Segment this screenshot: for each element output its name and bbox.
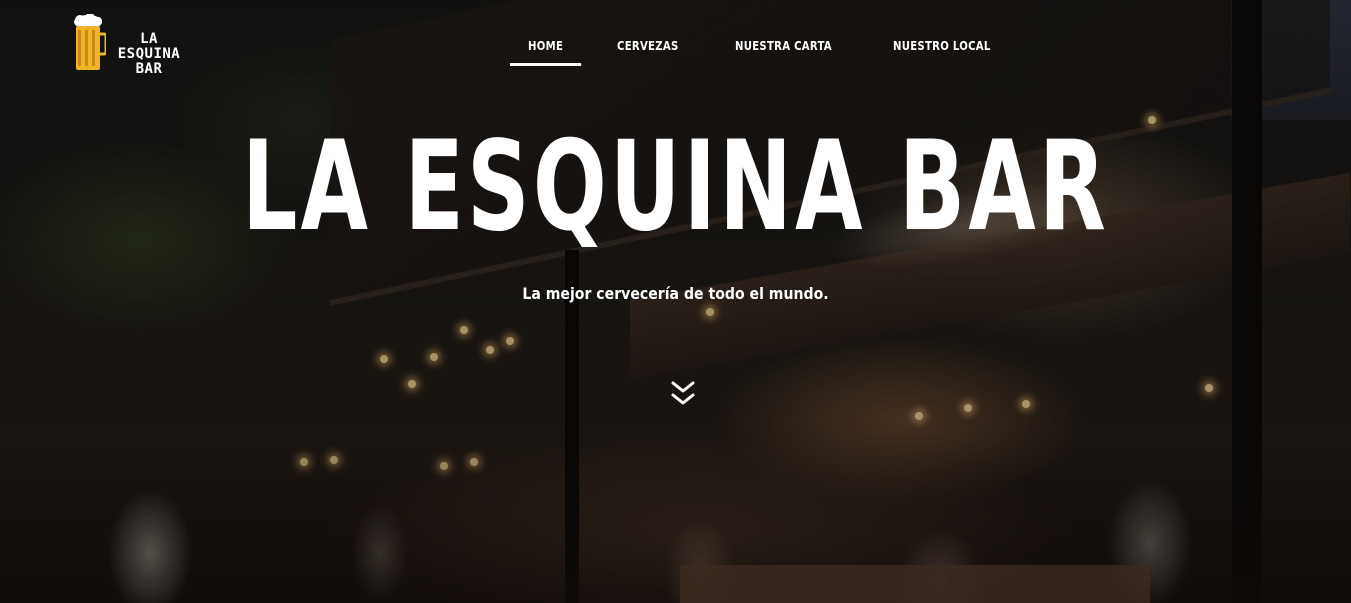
logo-line-2: BAR [135, 61, 163, 77]
logo-line-1: LA ESQUINA [117, 31, 181, 62]
nav-item-nuestro-local[interactable]: NUESTRO LOCAL [875, 30, 1009, 66]
chevron-double-down-icon[interactable] [670, 380, 696, 410]
site-logo[interactable]: LA ESQUINA BAR [72, 13, 192, 77]
hero-title: LA ESQUINA BAR [242, 115, 1109, 259]
nav-item-cervezas[interactable]: CERVEZAS [599, 30, 697, 66]
logo-text: LA ESQUINA BAR [106, 32, 192, 77]
main-nav: HOME CERVEZAS NUESTRA CARTA NUESTRO LOCA… [510, 30, 1023, 70]
beer-mug-icon [72, 13, 108, 72]
hero-section: LA ESQUINA BAR HOME CERVEZAS NUESTRA CAR… [0, 0, 1351, 603]
hero-subtitle: La mejor cervecería de todo el mundo. [522, 284, 829, 303]
nav-item-nuestra-carta[interactable]: NUESTRA CARTA [717, 30, 850, 66]
nav-item-home[interactable]: HOME [510, 30, 582, 66]
